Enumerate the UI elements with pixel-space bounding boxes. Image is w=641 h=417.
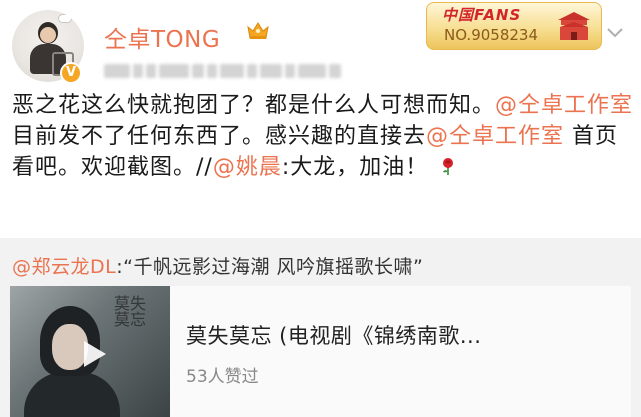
mention-link[interactable]: @仝卓工作室 xyxy=(495,93,633,118)
avatar-speech-bubble xyxy=(58,14,72,23)
repost-quote: :“千帆远影过海潮 风吟旗摇歌长啸” xyxy=(116,256,424,278)
rose-icon xyxy=(443,158,454,175)
post-text-segment: 恶之花这么快就抱团了？都是什么人可想而知。 xyxy=(12,93,496,118)
play-icon[interactable] xyxy=(78,338,110,370)
repost-text: @郑云龙DL:“千帆远影过海潮 风吟旗摇歌长啸” xyxy=(12,252,423,279)
post-text: 恶之花这么快就抱团了？都是什么人可想而知。@仝卓工作室 目前发不了任何东西了。感… xyxy=(12,90,634,183)
thumbnail-calligraphy: 莫失莫忘 xyxy=(114,294,147,329)
fan-badge-title: 中国FANS xyxy=(442,6,522,24)
username[interactable]: 仝卓TONG xyxy=(104,20,220,54)
verified-v-icon: V xyxy=(60,62,82,84)
mention-link[interactable]: @郑云龙DL xyxy=(12,256,116,278)
video-thumbnail[interactable]: 莫失莫忘 xyxy=(10,286,170,417)
thumbnail-figure-robe xyxy=(24,372,120,417)
card-likes: 53人赞过 xyxy=(186,367,259,387)
avatar-face xyxy=(40,27,56,43)
chevron-down-icon[interactable] xyxy=(605,26,625,40)
card-title[interactable]: 莫失莫忘 (电视剧《锦绣南歌... xyxy=(186,320,481,350)
post-text-segment: :大龙，加油！ xyxy=(281,155,429,180)
fan-badge[interactable]: 中国FANS NO.9058234 xyxy=(426,2,602,50)
mention-link[interactable]: @姚晨 xyxy=(213,155,282,180)
fan-badge-number: NO.9058234 xyxy=(444,26,538,44)
tiananmen-icon xyxy=(558,12,590,40)
music-video-card[interactable]: 莫失莫忘 莫失莫忘 (电视剧《锦绣南歌... 53人赞过 xyxy=(10,286,631,417)
post-text-segment: 目前发不了任何东西了。感兴趣的直接去 xyxy=(12,124,427,149)
crown-icon[interactable] xyxy=(246,21,270,41)
mention-link[interactable]: @仝卓工作室 xyxy=(426,124,564,149)
post-meta-blurred xyxy=(104,62,341,80)
